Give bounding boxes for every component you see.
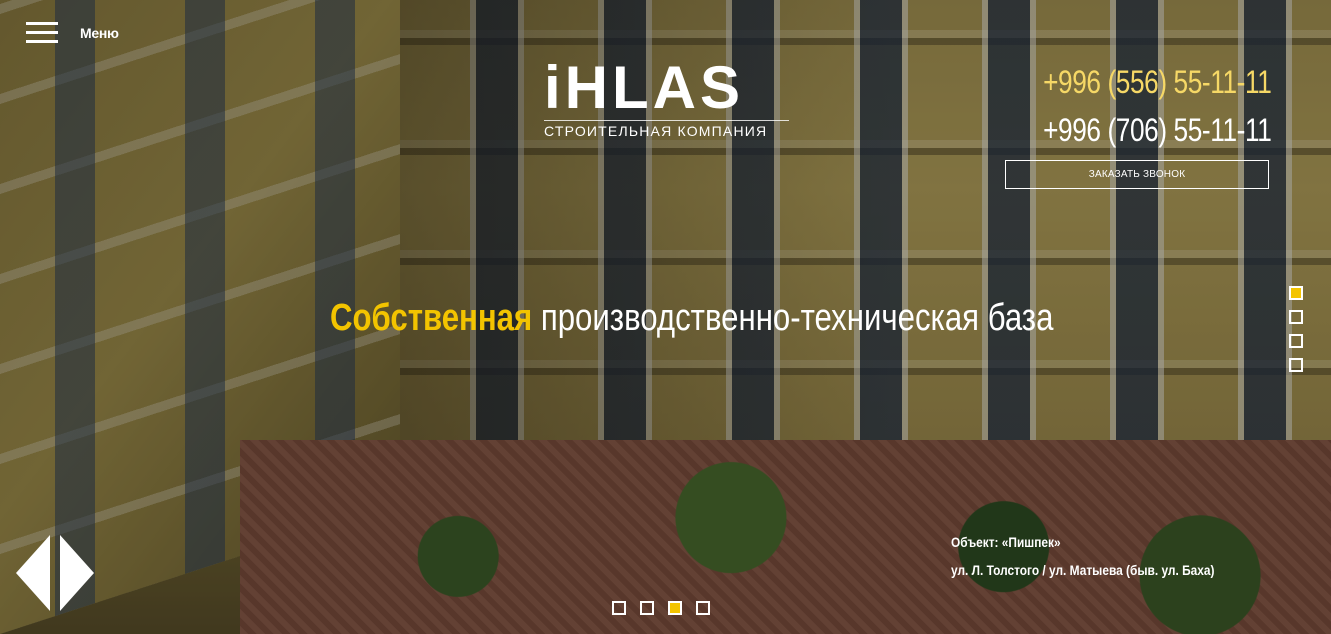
logo-wordmark: iHLAS: [544, 58, 794, 118]
phone-list: +996 (556) 55-11-11 +996 (706) 55-11-11: [993, 58, 1272, 154]
company-logo[interactable]: iHLAS СТРОИТЕЛЬНАЯ КОМПАНИЯ: [544, 58, 794, 139]
hamburger-icon: [26, 22, 58, 44]
menu-label: Меню: [80, 25, 119, 41]
vertical-dot-1[interactable]: [1289, 286, 1303, 300]
horizontal-dot-4[interactable]: [696, 601, 710, 615]
slide-headline: Собственная производственно-техническая …: [330, 296, 1053, 340]
slider-arrows: [16, 535, 94, 611]
arrow-left-icon[interactable]: [16, 535, 50, 611]
vertical-dot-4[interactable]: [1289, 358, 1303, 372]
phone-number-2[interactable]: +996 (706) 55-11-11: [1043, 106, 1272, 154]
object-address: ул. Л. Толстого / ул. Матыева (быв. ул. …: [951, 562, 1215, 578]
headline-rest: производственно-техническая база: [532, 297, 1054, 339]
horizontal-dot-2[interactable]: [640, 601, 654, 615]
logo-subtitle: СТРОИТЕЛЬНАЯ КОМПАНИЯ: [544, 120, 789, 139]
callback-button[interactable]: ЗАКАЗАТЬ ЗВОНОК: [1005, 160, 1269, 189]
logo-text: iHLAS: [544, 54, 744, 121]
horizontal-dot-1[interactable]: [612, 601, 626, 615]
object-title: Объект: «Пишпек»: [951, 534, 1061, 550]
phone-number-1[interactable]: +996 (556) 55-11-11: [1043, 58, 1272, 106]
vertical-dot-3[interactable]: [1289, 334, 1303, 348]
horizontal-slide-nav: [612, 601, 710, 615]
horizontal-dot-3[interactable]: [668, 601, 682, 615]
vertical-slide-nav: [1289, 286, 1303, 372]
menu-button[interactable]: Меню: [26, 22, 119, 44]
arrow-right-icon[interactable]: [60, 535, 94, 611]
vertical-dot-2[interactable]: [1289, 310, 1303, 324]
object-caption: Объект: «Пишпек» ул. Л. Толстого / ул. М…: [951, 528, 1261, 584]
headline-accent: Собственная: [330, 297, 533, 339]
